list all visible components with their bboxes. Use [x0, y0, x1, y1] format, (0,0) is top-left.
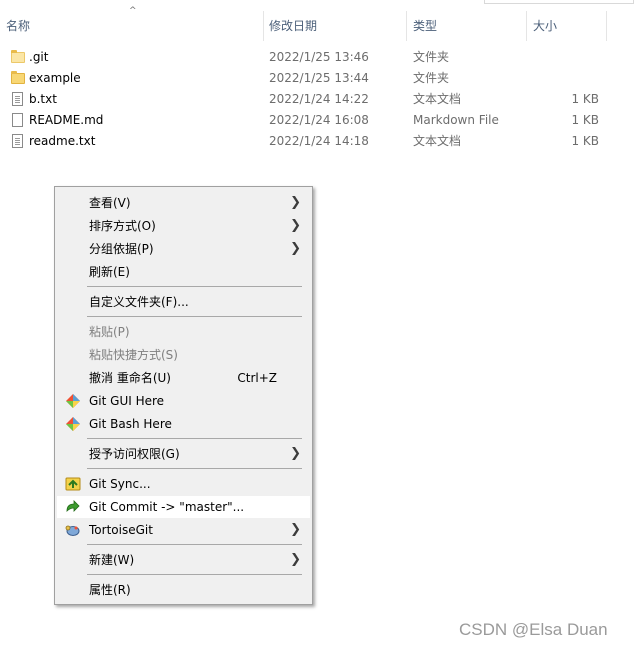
file-size: 1 KB [571, 134, 599, 148]
menu-item-refresh[interactable]: 刷新(E) [57, 261, 310, 283]
column-header-name-label: 名称 [6, 19, 31, 33]
file-size: 1 KB [571, 92, 599, 106]
file-list-header: ^ 名称 修改日期 类型 大小 [0, 0, 634, 41]
menu-separator [87, 574, 302, 575]
column-header-size[interactable]: 大小 [527, 11, 607, 41]
column-header-name[interactable]: 名称 [0, 11, 264, 41]
file-name: README.md [29, 113, 104, 127]
menu-item-sort-by[interactable]: 排序方式(O) ❯ [57, 215, 310, 237]
menu-item-label: 粘贴快捷方式(S) [89, 348, 178, 362]
menu-item-label: 查看(V) [89, 196, 131, 210]
file-row-example[interactable]: example 2022/1/25 13:44 文件夹 [0, 68, 634, 89]
menu-item-label: 新建(W) [89, 553, 135, 567]
menu-item-view[interactable]: 查看(V) ❯ [57, 192, 310, 214]
menu-item-tortoise-git[interactable]: TortoiseGit ❯ [57, 519, 310, 541]
menu-item-label: Git Commit -> "master"... [89, 500, 245, 514]
file-row-git[interactable]: .git 2022/1/25 13:46 文件夹 [0, 47, 634, 68]
menu-item-undo-rename[interactable]: 撤消 重命名(U) Ctrl+Z [57, 367, 310, 389]
menu-item-label: 粘贴(P) [89, 325, 130, 339]
column-header-type[interactable]: 类型 [407, 11, 527, 41]
watermark: CSDN @Elsa Duan [459, 620, 608, 639]
git-gui-icon [65, 393, 81, 409]
menu-separator [87, 438, 302, 439]
file-type: Markdown File [413, 113, 499, 127]
text-file-icon [11, 134, 25, 149]
menu-item-customize-folder[interactable]: 自定义文件夹(F)... [57, 291, 310, 313]
menu-item-label: 自定义文件夹(F)... [89, 295, 189, 309]
menu-item-paste-shortcut[interactable]: 粘贴快捷方式(S) [57, 344, 310, 366]
menu-item-paste[interactable]: 粘贴(P) [57, 321, 310, 343]
file-date: 2022/1/24 16:08 [269, 113, 369, 127]
folder-icon [11, 50, 25, 65]
chevron-right-icon: ❯ [290, 522, 301, 537]
column-header-type-label: 类型 [413, 19, 438, 33]
menu-item-git-bash[interactable]: Git Bash Here [57, 413, 310, 435]
file-size: 1 KB [571, 113, 599, 127]
file-name: b.txt [29, 92, 57, 106]
chevron-right-icon: ❯ [290, 446, 301, 461]
file-name: .git [29, 50, 49, 64]
markdown-file-icon [11, 113, 25, 128]
file-type: 文本文档 [413, 92, 462, 106]
menu-item-label: 分组依据(P) [89, 242, 154, 256]
file-date: 2022/1/25 13:44 [269, 71, 369, 85]
menu-item-label: Git Sync... [89, 477, 151, 491]
git-bash-icon [65, 416, 81, 432]
menu-item-shortcut: Ctrl+Z [237, 371, 277, 385]
menu-separator [87, 316, 302, 317]
menu-item-git-commit[interactable]: Git Commit -> "master"... [57, 496, 310, 518]
chevron-right-icon: ❯ [290, 195, 301, 210]
menu-item-label: 授予访问权限(G) [89, 447, 180, 461]
menu-separator [87, 468, 302, 469]
menu-item-new[interactable]: 新建(W) ❯ [57, 549, 310, 571]
file-type: 文件夹 [413, 50, 450, 64]
file-row-readme-md[interactable]: README.md 2022/1/24 16:08 Markdown File … [0, 110, 634, 131]
tortoise-git-icon [65, 522, 81, 538]
text-file-icon [11, 92, 25, 107]
menu-item-label: 刷新(E) [89, 265, 130, 279]
file-date: 2022/1/25 13:46 [269, 50, 369, 64]
column-header-size-label: 大小 [533, 19, 558, 33]
file-type: 文本文档 [413, 134, 462, 148]
file-date: 2022/1/24 14:18 [269, 134, 369, 148]
git-commit-icon [65, 499, 81, 515]
column-header-modified-label: 修改日期 [269, 19, 318, 33]
file-row-b-txt[interactable]: b.txt 2022/1/24 14:22 文本文档 1 KB [0, 89, 634, 110]
menu-item-label: Git GUI Here [89, 394, 165, 408]
chevron-right-icon: ❯ [290, 241, 301, 256]
menu-item-label: TortoiseGit [89, 523, 153, 537]
menu-item-label: 撤消 重命名(U) [89, 371, 171, 385]
file-row-readme-txt[interactable]: readme.txt 2022/1/24 14:18 文本文档 1 KB [0, 131, 634, 152]
chevron-right-icon: ❯ [290, 218, 301, 233]
file-type: 文件夹 [413, 71, 450, 85]
folder-icon [11, 71, 25, 86]
menu-item-label: Git Bash Here [89, 417, 172, 431]
menu-item-git-gui[interactable]: Git GUI Here [57, 390, 310, 412]
file-name: readme.txt [29, 134, 96, 148]
menu-separator [87, 286, 302, 287]
menu-item-properties[interactable]: 属性(R) [57, 579, 310, 601]
menu-item-group-by[interactable]: 分组依据(P) ❯ [57, 238, 310, 260]
menu-item-give-access[interactable]: 授予访问权限(G) ❯ [57, 443, 310, 465]
column-header-modified[interactable]: 修改日期 [263, 11, 407, 41]
menu-separator [87, 544, 302, 545]
menu-item-git-sync[interactable]: Git Sync... [57, 473, 310, 495]
context-menu: 查看(V) ❯ 排序方式(O) ❯ 分组依据(P) ❯ 刷新(E) 自定义文件夹… [54, 186, 313, 605]
git-sync-icon [65, 476, 81, 492]
menu-item-label: 属性(R) [89, 583, 131, 597]
menu-item-label: 排序方式(O) [89, 219, 156, 233]
file-date: 2022/1/24 14:22 [269, 92, 369, 106]
file-name: example [29, 71, 81, 85]
chevron-right-icon: ❯ [290, 552, 301, 567]
search-box-edge[interactable] [484, 0, 634, 4]
